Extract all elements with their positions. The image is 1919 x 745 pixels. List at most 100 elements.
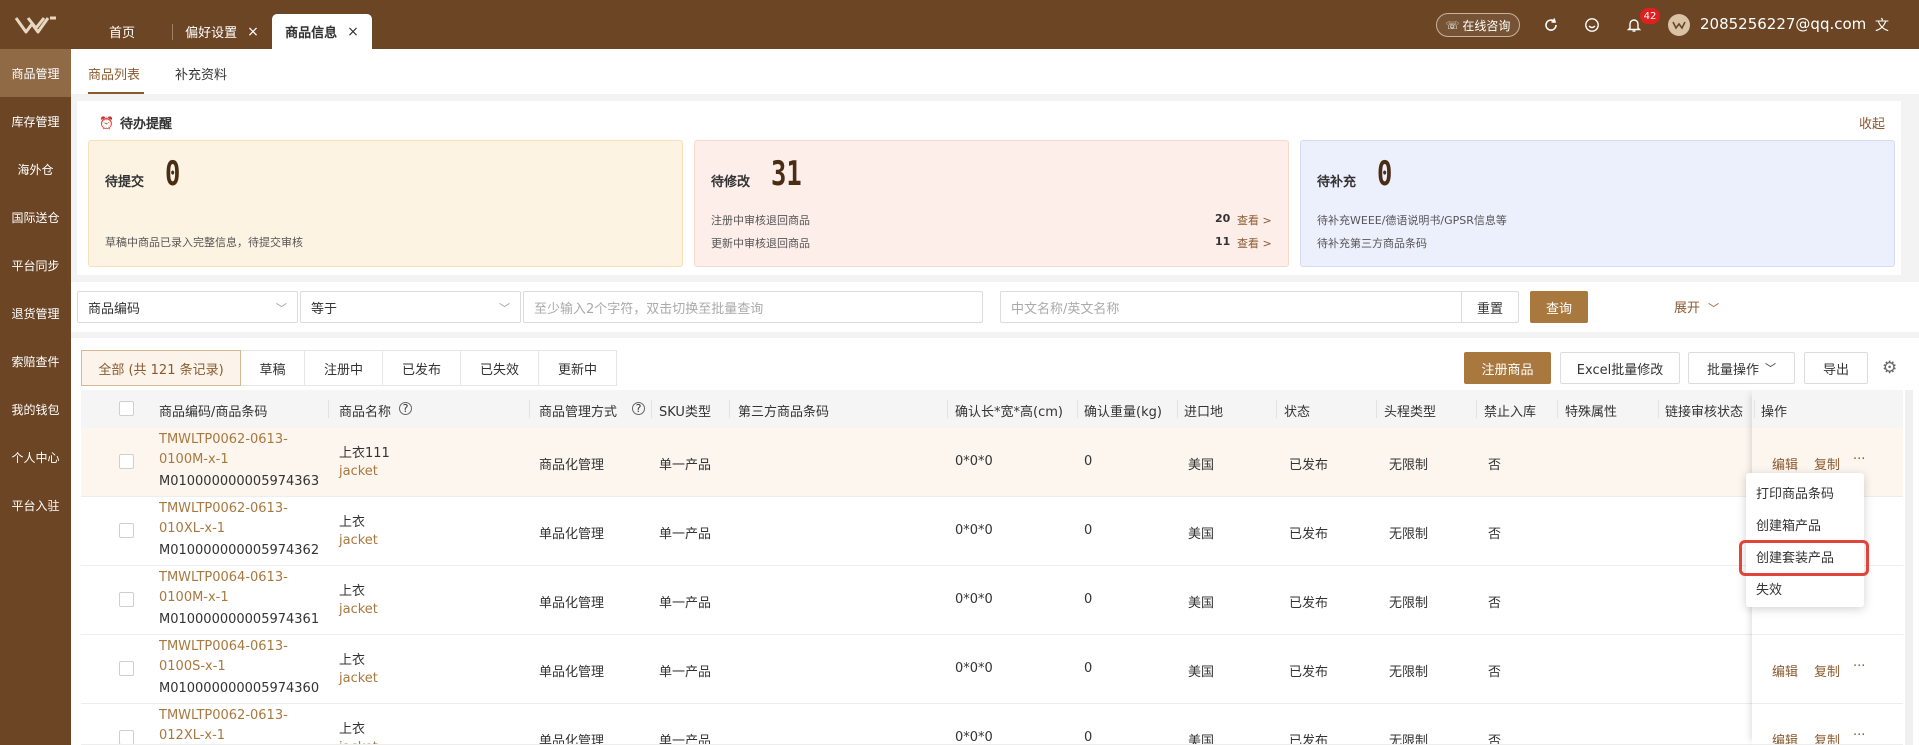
product-code[interactable]: TMWLTP0064-0613- xyxy=(159,639,288,654)
edit-link[interactable]: 编辑 xyxy=(1772,730,1798,744)
close-icon[interactable]: × xyxy=(247,24,259,40)
help-icon[interactable]: ? xyxy=(399,402,412,415)
sidebar-item-personal-center[interactable]: 个人中心 xyxy=(0,433,71,481)
product-code[interactable]: TMWLTP0062-0613- xyxy=(159,708,288,723)
tab-product-info[interactable]: 商品信息 × xyxy=(272,14,372,49)
card-line: 待补充第三方商品条码 xyxy=(1317,237,1427,250)
view-link[interactable]: 查看 > xyxy=(1237,235,1272,251)
operator-select-value: 等于 xyxy=(311,301,338,317)
sidebar-item-platform-onboarding[interactable]: 平台入驻 xyxy=(0,481,71,529)
select-all-checkbox[interactable] xyxy=(119,401,134,416)
tab-status-expired[interactable]: 已失效 xyxy=(461,350,539,386)
product-barcode: M010000000005974361 xyxy=(159,612,320,627)
view-link[interactable]: 查看 > xyxy=(1237,212,1272,228)
notification-badge: 42 xyxy=(1640,8,1660,24)
table-row[interactable]: TMWLTP0062-0613- 0100M-x-1 M010000000005… xyxy=(81,428,1903,497)
product-code[interactable]: TMWLTP0062-0613- xyxy=(159,432,288,447)
status: 已发布 xyxy=(1289,596,1329,611)
sidebar-item-wallet[interactable]: 我的钱包 xyxy=(0,385,71,433)
tab-status-registering[interactable]: 注册中 xyxy=(305,350,383,386)
reset-button[interactable]: 重置 xyxy=(1461,291,1519,323)
search-button[interactable]: 查询 xyxy=(1530,291,1588,323)
tab-home-label: 首页 xyxy=(108,26,135,41)
column-header: 头程类型 xyxy=(1384,405,1437,420)
batch-operation-button[interactable]: 批量操作 ﹀ xyxy=(1688,352,1795,384)
sidebar-item-intl-shipping[interactable]: 国际送仓 xyxy=(0,193,71,241)
edit-link[interactable]: 编辑 xyxy=(1772,454,1798,473)
tab-status-draft[interactable]: 草稿 xyxy=(241,350,305,386)
collapse-link[interactable]: 收起 xyxy=(1859,113,1885,132)
register-product-button[interactable]: 注册商品 xyxy=(1464,352,1551,384)
row-checkbox[interactable] xyxy=(119,661,134,676)
excel-batch-edit-button[interactable]: Excel批量修改 xyxy=(1560,352,1680,384)
table-row[interactable]: TMWLTP0062-0613- 010XL-x-1 M010000000005… xyxy=(81,497,1903,566)
expand-toggle[interactable]: 展开 ﹀ xyxy=(1674,297,1719,316)
copy-link[interactable]: 复制 xyxy=(1814,661,1840,680)
column-header: 进口地 xyxy=(1184,405,1224,420)
menu-item-invalidate[interactable]: 失效 xyxy=(1756,579,1782,598)
name-search-input[interactable]: 中文名称/英文名称 xyxy=(1000,291,1516,323)
tab-preferences[interactable]: 偏好设置 × xyxy=(172,14,272,49)
avatar[interactable] xyxy=(1668,14,1690,36)
tab-status-updating[interactable]: 更新中 xyxy=(539,350,617,386)
forbid-inbound: 否 xyxy=(1488,458,1502,473)
dimensions: 0*0*0 xyxy=(955,730,993,745)
product-code[interactable]: 0100M-x-1 xyxy=(159,590,229,605)
sidebar-item-overseas-warehouse[interactable]: 海外仓 xyxy=(0,145,71,193)
copy-link[interactable]: 复制 xyxy=(1814,730,1840,744)
sku-type: 单一产品 xyxy=(659,734,712,745)
menu-item-print-barcode[interactable]: 打印商品条码 xyxy=(1756,483,1834,502)
export-button[interactable]: 导出 xyxy=(1804,352,1868,384)
column-header: SKU类型 xyxy=(659,405,711,420)
close-icon[interactable]: × xyxy=(347,24,359,40)
tab-status-published[interactable]: 已发布 xyxy=(383,350,461,386)
product-code[interactable]: TMWLTP0062-0613- xyxy=(159,501,288,516)
refresh-icon[interactable] xyxy=(1541,15,1561,35)
product-code[interactable]: 010XL-x-1 xyxy=(159,521,225,536)
menu-item-create-box-product[interactable]: 创建箱产品 xyxy=(1756,515,1821,534)
product-code[interactable]: 0100M-x-1 xyxy=(159,452,229,467)
column-header: 操作 xyxy=(1761,405,1788,420)
table-row[interactable]: TMWLTP0062-0613- 012XL-x-1 上衣 jacket 单品化… xyxy=(81,704,1903,745)
column-divider xyxy=(729,400,730,418)
tab-supplementary-info[interactable]: 补充资料 xyxy=(175,64,227,83)
row-checkbox[interactable] xyxy=(119,523,134,538)
help-icon[interactable]: ? xyxy=(632,402,645,415)
sidebar-item-inventory[interactable]: 库存管理 xyxy=(0,97,71,145)
row-checkbox[interactable] xyxy=(119,730,134,744)
operator-select[interactable]: 等于 ﹀ xyxy=(300,291,521,323)
gear-icon[interactable]: ⚙ xyxy=(1882,358,1902,378)
more-icon[interactable]: ··· xyxy=(1853,728,1865,743)
tab-home[interactable]: 首页 xyxy=(92,14,152,49)
row-checkbox[interactable] xyxy=(119,592,134,607)
field-select[interactable]: 商品编码 ﹀ xyxy=(77,291,298,323)
table-row[interactable]: TMWLTP0064-0613- 0100S-x-1 M010000000005… xyxy=(81,635,1903,704)
logo-icon[interactable] xyxy=(14,14,58,36)
user-email[interactable]: 2085256227@qq.com xyxy=(1700,15,1866,33)
tab-product-list[interactable]: 商品列表 xyxy=(88,64,140,83)
row-checkbox[interactable] xyxy=(119,454,134,469)
sidebar-item-returns[interactable]: 退货管理 xyxy=(0,289,71,337)
translate-icon[interactable]: 文 xyxy=(1872,15,1892,35)
sidebar-item-platform-sync[interactable]: 平台同步 xyxy=(0,241,71,289)
online-consult-button[interactable]: ☏ 在线咨询 xyxy=(1436,13,1520,37)
sidebar-item-product-management[interactable]: 商品管理 xyxy=(0,49,71,97)
more-icon[interactable]: ··· xyxy=(1853,659,1865,674)
copy-link[interactable]: 复制 xyxy=(1814,454,1840,473)
card-label: 待修改 xyxy=(711,175,751,190)
sidebar-item-claims[interactable]: 索赔查件 xyxy=(0,337,71,385)
more-icon[interactable]: ··· xyxy=(1853,452,1865,467)
code-search-input[interactable]: 至少输入2个字符，双击切换至批量查询 xyxy=(523,291,983,323)
vertical-scrollbar[interactable] xyxy=(1905,390,1913,745)
card-count: 0 xyxy=(165,154,181,194)
edit-link[interactable]: 编辑 xyxy=(1772,661,1798,680)
product-code[interactable]: TMWLTP0064-0613- xyxy=(159,570,288,585)
table-row[interactable]: TMWLTP0064-0613- 0100M-x-1 M010000000005… xyxy=(81,566,1903,635)
product-name: 上衣 xyxy=(339,515,366,530)
active-tab-indicator xyxy=(88,92,144,94)
product-code[interactable]: 0100S-x-1 xyxy=(159,659,226,674)
smile-icon[interactable] xyxy=(1582,15,1602,35)
alarm-icon: ⏰ xyxy=(99,115,114,130)
tab-status-all[interactable]: 全部 (共 121 条记录) xyxy=(81,350,241,386)
product-code[interactable]: 012XL-x-1 xyxy=(159,728,225,743)
